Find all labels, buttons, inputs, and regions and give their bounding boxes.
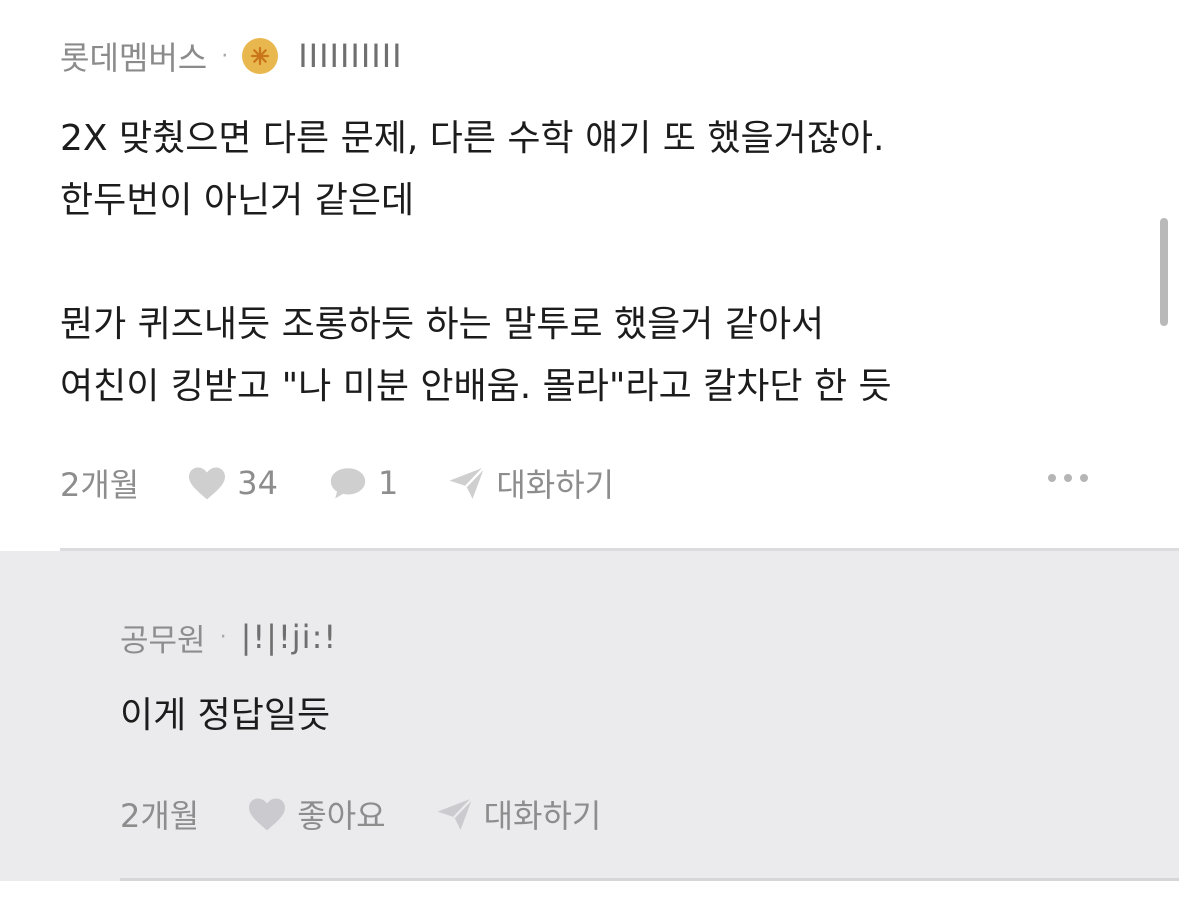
more-dot bbox=[1080, 474, 1088, 482]
author-name[interactable]: 롯데멤버스 bbox=[60, 33, 207, 79]
chat-label: 대화하기 bbox=[496, 466, 615, 504]
comment-time: 2개월 bbox=[60, 466, 140, 504]
chat-button[interactable]: 대화하기 bbox=[448, 460, 614, 506]
reply-chat-label: 대화하기 bbox=[483, 797, 602, 835]
masked-user-id: ⅠⅠⅠⅠⅠⅠⅠⅠⅠⅠ bbox=[298, 37, 403, 75]
reply-chat-button[interactable]: 대화하기 bbox=[436, 791, 602, 837]
reply-body: 이게 정답일듯 bbox=[120, 695, 331, 736]
reply-button[interactable]: 1 bbox=[328, 464, 398, 502]
page-bottom bbox=[0, 881, 1179, 917]
reply-actions: 2개월 좋아요 대화하기 bbox=[120, 789, 651, 839]
send-icon bbox=[437, 797, 473, 830]
meta-separator: · bbox=[221, 43, 229, 69]
comment-item: 롯데멤버스 · ⅠⅠⅠⅠⅠⅠⅠⅠⅠⅠ 2X 맞췄으면 다른 문제, 다른 수학 … bbox=[0, 0, 1179, 550]
comment-meta: 롯데멤버스 · ⅠⅠⅠⅠⅠⅠⅠⅠⅠⅠ bbox=[60, 34, 403, 78]
speech-bubble-icon bbox=[330, 468, 366, 499]
comment-body: 2X 맞췄으면 다른 문제, 다른 수학 얘기 또 했을거잖아. 한두번이 아닌… bbox=[60, 118, 892, 407]
scrollbar-thumb[interactable] bbox=[1160, 218, 1168, 326]
heart-icon bbox=[189, 467, 226, 500]
heart-icon bbox=[249, 798, 286, 831]
reply-count: 1 bbox=[377, 464, 399, 502]
reply-like-label: 좋아요 bbox=[297, 797, 386, 835]
like-button[interactable]: 34 bbox=[187, 464, 278, 502]
reply-masked-user-id: |!|!ji:! bbox=[240, 618, 338, 656]
reply-author-name[interactable]: 공무원 bbox=[120, 615, 206, 660]
send-icon bbox=[449, 466, 486, 499]
more-options-icon[interactable] bbox=[1048, 474, 1088, 482]
more-dot bbox=[1048, 474, 1056, 482]
reply-meta: 공무원 · |!|!ji:! bbox=[120, 615, 337, 659]
reply-time: 2개월 bbox=[120, 797, 200, 835]
more-dot bbox=[1064, 474, 1072, 482]
like-count: 34 bbox=[237, 464, 278, 502]
comment-actions: 2개월 34 1 대화하기 bbox=[60, 458, 664, 508]
reply-like-button[interactable]: 좋아요 bbox=[247, 791, 386, 837]
comment-thread: 롯데멤버스 · ⅠⅠⅠⅠⅠⅠⅠⅠⅠⅠ 2X 맞췄으면 다른 문제, 다른 수학 … bbox=[0, 0, 1179, 917]
meta-separator: · bbox=[219, 624, 227, 650]
reply-item: 공무원 · |!|!ji:! 이게 정답일듯 2개월 좋아요 대화하기 bbox=[0, 551, 1179, 881]
company-badge-icon bbox=[242, 38, 279, 74]
